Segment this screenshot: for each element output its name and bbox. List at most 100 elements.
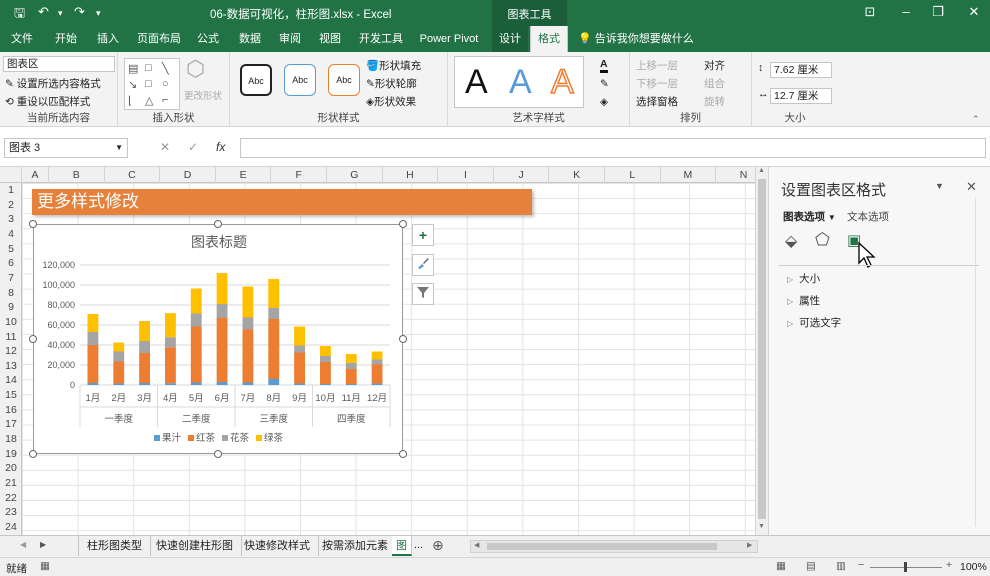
row-header[interactable]: 15: [0, 388, 22, 403]
line-shape-icon[interactable]: ╲: [162, 62, 169, 75]
height-input[interactable]: 7.62 厘米: [770, 62, 832, 78]
wordart-black[interactable]: A: [465, 63, 488, 102]
column-header[interactable]: I: [438, 167, 494, 183]
shape-effects-button[interactable]: ◈形状效果: [366, 94, 416, 109]
page-layout-view-icon[interactable]: ▤: [806, 560, 816, 572]
row-header[interactable]: 17: [0, 417, 22, 432]
row-header[interactable]: 20: [0, 461, 22, 476]
ribbon-display-icon[interactable]: ⊡: [858, 4, 882, 20]
pane-options-dropdown-icon[interactable]: ▼: [935, 181, 944, 191]
page-break-view-icon[interactable]: ▥: [836, 560, 846, 572]
undo-dropdown-icon[interactable]: ▾: [58, 8, 63, 19]
column-header[interactable]: H: [383, 167, 439, 183]
chart-styles-button[interactable]: [412, 254, 434, 276]
resize-handle-se[interactable]: [399, 450, 407, 458]
normal-view-icon[interactable]: ▦: [776, 560, 786, 572]
tab-insert[interactable]: 插入: [88, 26, 128, 52]
chart-element-selector[interactable]: 图表区: [3, 56, 115, 72]
resize-handle-sw[interactable]: [29, 450, 37, 458]
reset-style-button[interactable]: ⟲ 重设以匹配样式: [5, 94, 90, 109]
rect-shape-icon[interactable]: □: [145, 62, 152, 74]
row-header[interactable]: 14: [0, 373, 22, 388]
pane-scrollbar[interactable]: [975, 197, 985, 527]
row-header[interactable]: 11: [0, 330, 22, 345]
undo-icon[interactable]: ↶: [38, 4, 49, 20]
zoom-slider-thumb[interactable]: [904, 562, 907, 572]
tab-chart-options[interactable]: 图表选项 ▼: [783, 209, 836, 224]
row-header[interactable]: 23: [0, 505, 22, 520]
row-header[interactable]: 9: [0, 300, 22, 315]
row-header[interactable]: 5: [0, 242, 22, 257]
tab-power-pivot[interactable]: Power Pivot: [414, 26, 484, 52]
row-header[interactable]: 18: [0, 432, 22, 447]
more-sheets-button[interactable]: ...: [414, 539, 423, 551]
resize-handle-w[interactable]: [29, 335, 37, 343]
shape-style-blue[interactable]: Abc: [284, 64, 316, 96]
row-header[interactable]: 12: [0, 344, 22, 359]
tab-view[interactable]: 视图: [312, 26, 348, 52]
select-all-corner[interactable]: [0, 167, 22, 183]
sheet-tab[interactable]: 快速创建柱形图: [148, 536, 242, 556]
column-header[interactable]: B: [49, 167, 105, 183]
formula-input[interactable]: [240, 138, 986, 158]
column-header[interactable]: C: [105, 167, 161, 183]
sheet-tab[interactable]: 柱形图类型: [78, 536, 151, 556]
column-header[interactable]: F: [271, 167, 327, 183]
horizontal-scroll-thumb[interactable]: [487, 543, 717, 550]
tab-formulas[interactable]: 公式: [190, 26, 226, 52]
row-header[interactable]: 24: [0, 520, 22, 535]
row-header[interactable]: 2: [0, 198, 22, 213]
save-icon[interactable]: 🖫: [14, 4, 25, 26]
resize-handle-s[interactable]: [214, 450, 222, 458]
close-icon[interactable]: ✕: [962, 4, 986, 20]
row-header[interactable]: 6: [0, 256, 22, 271]
resize-handle-n[interactable]: [214, 220, 222, 228]
row-header[interactable]: 16: [0, 403, 22, 418]
horizontal-scrollbar[interactable]: ◀ ▶: [470, 540, 758, 553]
column-header[interactable]: E: [216, 167, 272, 183]
tab-format[interactable]: 格式: [530, 26, 568, 52]
column-header[interactable]: M: [661, 167, 717, 183]
name-box[interactable]: 图表 3 ▼: [4, 138, 128, 158]
row-header[interactable]: 8: [0, 286, 22, 301]
tab-design[interactable]: 设计: [492, 26, 528, 52]
square-shape-icon[interactable]: □: [145, 78, 152, 90]
row-header[interactable]: 19: [0, 447, 22, 462]
scroll-down-icon[interactable]: ▼: [758, 523, 765, 530]
macro-record-icon[interactable]: ▦: [40, 560, 50, 572]
group-button[interactable]: 组合: [704, 76, 725, 91]
bring-forward-button[interactable]: 上移一层: [636, 58, 678, 73]
tab-page-layout[interactable]: 页面布局: [132, 26, 186, 52]
bracket-shape-icon[interactable]: ⌊: [128, 94, 132, 107]
shape-fill-button[interactable]: 🪣形状填充: [366, 58, 421, 73]
row-header[interactable]: 22: [0, 491, 22, 506]
minimize-icon[interactable]: –: [894, 4, 918, 19]
resize-handle-nw[interactable]: [29, 220, 37, 228]
vertical-scrollbar[interactable]: ▲ ▼: [755, 167, 768, 535]
section-size[interactable]: ▷ 大小: [787, 271, 820, 286]
tab-review[interactable]: 审阅: [272, 26, 308, 52]
align-button[interactable]: 对齐: [704, 58, 725, 73]
restore-icon[interactable]: ❐: [926, 4, 950, 20]
collapse-ribbon-icon[interactable]: ⌃: [972, 114, 980, 125]
oval-shape-icon[interactable]: ○: [162, 78, 169, 90]
tab-text-options[interactable]: 文本选项: [847, 209, 889, 224]
text-outline-icon[interactable]: ✎: [600, 78, 609, 90]
vertical-scroll-thumb[interactable]: [758, 179, 766, 519]
arrow-shape-icon[interactable]: ↘: [128, 78, 137, 91]
sheet-tab[interactable]: 按需添加元素: [314, 536, 397, 556]
format-selection-button[interactable]: ✎ 设置所选内容格式: [5, 76, 101, 91]
banner-title[interactable]: 更多样式修改: [32, 189, 532, 215]
text-fill-icon[interactable]: A: [600, 58, 608, 73]
row-header[interactable]: 21: [0, 476, 22, 491]
scroll-left-icon[interactable]: ◀: [474, 541, 479, 549]
scroll-right-icon[interactable]: ▶: [747, 541, 752, 549]
shape-style-black[interactable]: Abc: [240, 64, 272, 96]
row-header[interactable]: 1: [0, 183, 22, 198]
fill-line-icon[interactable]: ⬙: [785, 231, 797, 251]
shapes-gallery[interactable]: ▤ □ ╲ ↘ □ ○ ⌊ △ ⌐: [124, 58, 180, 110]
column-header[interactable]: A: [22, 167, 49, 183]
row-header[interactable]: 4: [0, 227, 22, 242]
bracket2-shape-icon[interactable]: ⌐: [162, 94, 168, 106]
section-alt-text[interactable]: ▷ 可选文字: [787, 315, 841, 330]
